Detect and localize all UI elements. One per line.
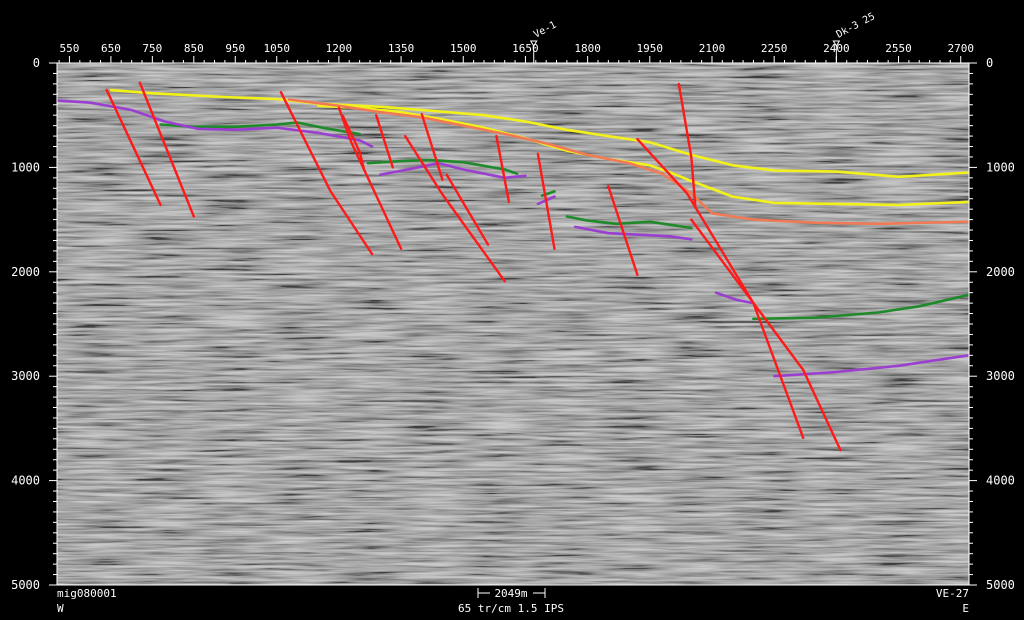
trace-tick-label: 2100 [699, 42, 726, 55]
trace-tick-label: 550 [59, 42, 79, 55]
trace-tick-label: 850 [184, 42, 204, 55]
trace-tick-label: 2550 [885, 42, 912, 55]
time-tick-label: 3000 [11, 369, 40, 383]
time-tick-label: 5000 [11, 578, 40, 592]
well-name-label: Dk-3 25 [835, 11, 877, 41]
trace-tick-label: 1200 [326, 42, 353, 55]
scale-bar-label: 2049m [494, 587, 527, 600]
right-axis: 0 1000 2000 3000 4000 5000 [968, 56, 1015, 592]
trace-tick-label: 1350 [388, 42, 415, 55]
time-tick-label: 3000 [986, 369, 1015, 383]
trace-tick-label: 950 [225, 42, 245, 55]
trace-tick-label: 1800 [574, 42, 601, 55]
trace-tick-label: 2700 [947, 42, 974, 55]
trace-tick-label: 1050 [263, 42, 290, 55]
seismic-panel [57, 63, 969, 585]
time-tick-label: 5000 [986, 578, 1015, 592]
well-markers: Ve-1 Dk-3 25 [529, 11, 877, 63]
trace-tick-label: 750 [142, 42, 162, 55]
west-label: W [57, 602, 64, 615]
time-tick-label: 1000 [11, 160, 40, 174]
seismic-section-view: 550 650 750 850 950 1050 1200 1350 1500 1650 1800 1… [11, 11, 1015, 615]
time-tick-label: 0 [33, 56, 40, 70]
display-params-label: 65 tr/cm 1.5 IPS [458, 602, 564, 615]
trace-tick-label: 1500 [450, 42, 477, 55]
section-id-label: mig080001 [57, 587, 117, 600]
time-tick-label: 4000 [986, 474, 1015, 488]
trace-tick-label: 1950 [637, 42, 664, 55]
trace-tick-label: 2250 [761, 42, 788, 55]
line-name-label: VE-27 [936, 587, 969, 600]
time-tick-label: 4000 [11, 474, 40, 488]
time-tick-label: 2000 [11, 265, 40, 279]
left-axis: 0 1000 2000 3000 4000 5000 [11, 56, 58, 592]
time-tick-label: 0 [986, 56, 993, 70]
scale-bar: 2049m [477, 587, 546, 600]
east-label: E [962, 602, 969, 615]
well-name-label: Ve-1 [532, 20, 558, 41]
time-tick-label: 1000 [986, 160, 1015, 174]
time-tick-label: 2000 [986, 265, 1015, 279]
trace-tick-label: 650 [101, 42, 121, 55]
